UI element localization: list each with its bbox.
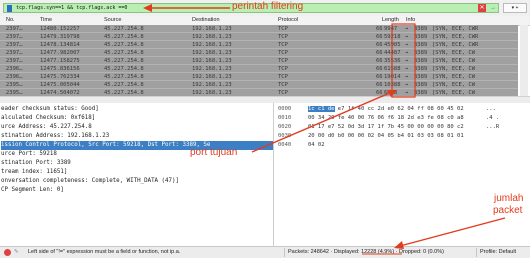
- port-highlight-box: [391, 23, 416, 98]
- annotation-arrows: [143, 4, 506, 255]
- arrow-count: [399, 217, 506, 247]
- arrowhead-count: [394, 241, 404, 249]
- arrowhead-filter: [143, 4, 152, 12]
- arrow-port: [251, 91, 393, 153]
